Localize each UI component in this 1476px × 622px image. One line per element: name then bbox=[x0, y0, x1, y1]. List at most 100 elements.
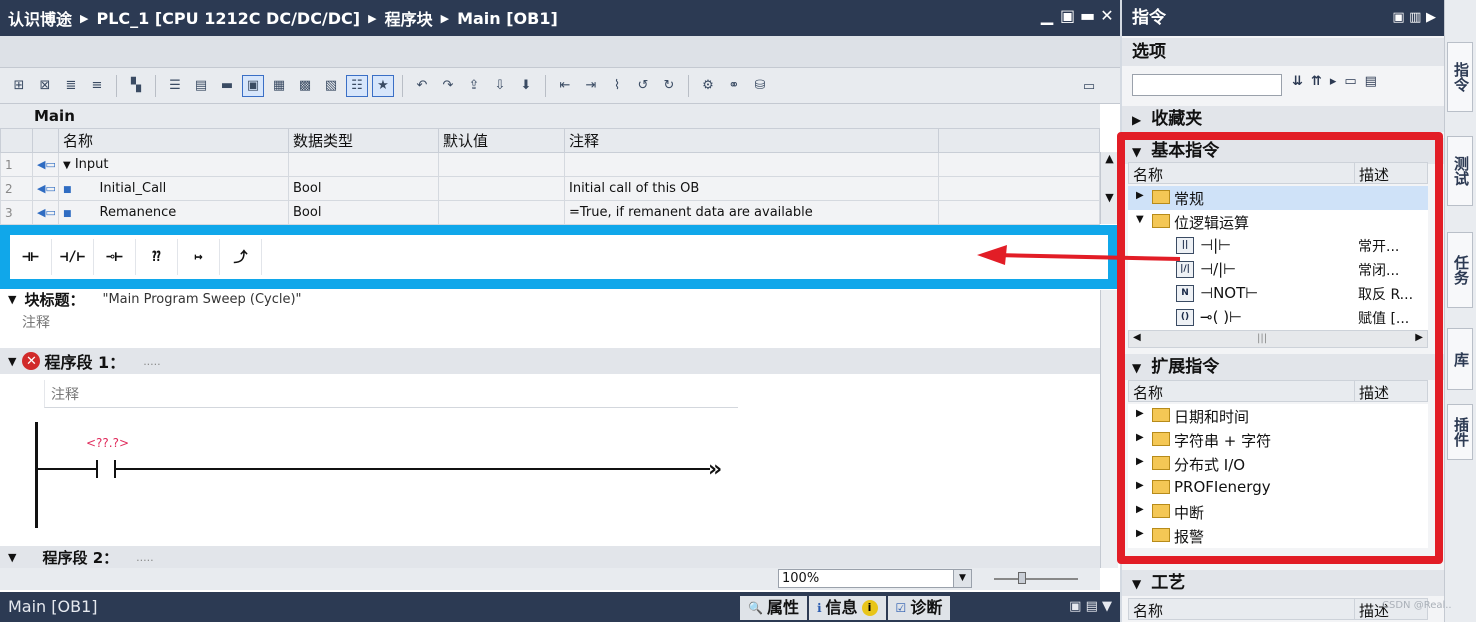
no-contact-button[interactable]: ⊣⊢ bbox=[10, 239, 52, 275]
param-type[interactable]: Bool bbox=[288, 176, 439, 201]
param-type[interactable]: Bool bbox=[288, 200, 439, 225]
empty-box-button[interactable]: ⁇ bbox=[136, 239, 178, 275]
param-comment[interactable]: =True, if remanent data are available bbox=[564, 200, 939, 225]
collapse-icon[interactable]: ▼ bbox=[8, 355, 16, 368]
search-up-icon[interactable]: ⇈ bbox=[1311, 74, 1322, 89]
minimize-icon[interactable]: ▁ bbox=[1040, 6, 1054, 25]
close-branch-button[interactable]: ⤴ bbox=[220, 239, 262, 275]
favorites-toggle-icon[interactable]: ★ bbox=[372, 74, 394, 97]
network-1-name[interactable]: ..... bbox=[143, 355, 160, 368]
expand-icon[interactable]: ▼ bbox=[63, 160, 71, 171]
column-datatype[interactable]: 数据类型 bbox=[288, 128, 439, 153]
compile-icon[interactable]: ⬇ bbox=[515, 75, 537, 97]
search-down-icon[interactable]: ⇊ bbox=[1292, 74, 1303, 89]
breadcrumb-program-blocks[interactable]: 程序块 bbox=[385, 6, 433, 30]
sidetab-instructions[interactable]: 指令 bbox=[1447, 42, 1473, 112]
param-default[interactable] bbox=[438, 200, 565, 225]
absolute-operand-icon[interactable]: ☰ bbox=[164, 75, 186, 97]
monitor-icon[interactable]: ⚙ bbox=[697, 75, 719, 97]
tab-info[interactable]: ℹ 信息 i bbox=[808, 596, 886, 620]
expand-networks-icon[interactable]: ▬ bbox=[216, 75, 238, 97]
collapse-icon[interactable]: ▼ bbox=[8, 551, 16, 564]
network-1-comment[interactable]: 注释 bbox=[44, 380, 738, 408]
technology-section[interactable]: ▼ 工艺 bbox=[1122, 570, 1444, 596]
delete-network-icon[interactable]: ⊠ bbox=[34, 75, 56, 97]
insert-row-icon[interactable]: ≣ bbox=[60, 75, 82, 97]
go-to-error-next-icon[interactable]: ↷ bbox=[437, 75, 459, 97]
options-arrow-icon[interactable]: ▸ bbox=[1330, 74, 1337, 89]
favorites-section[interactable]: ▶ 收藏夹 bbox=[1122, 106, 1444, 132]
block-title-value[interactable]: "Main Program Sweep (Cycle)" bbox=[102, 292, 301, 307]
maximize-icon[interactable]: ▬ bbox=[1080, 6, 1095, 25]
download-icon[interactable]: ⇩ bbox=[489, 75, 511, 97]
upload-icon[interactable]: ⇪ bbox=[463, 75, 485, 97]
nc-contact-button[interactable]: ⊣/⊢ bbox=[52, 239, 94, 275]
tab-diagnostics[interactable]: ☑ 诊断 bbox=[887, 596, 951, 620]
collapse-icon[interactable]: ▼ bbox=[8, 293, 16, 306]
breadcrumb-plc[interactable]: PLC_1 [CPU 1212C DC/DC/DC] bbox=[96, 9, 360, 28]
contact-left[interactable] bbox=[96, 460, 98, 478]
sidetab-addins[interactable]: 插件 bbox=[1447, 404, 1473, 460]
coil-button[interactable]: ⊸⊢ bbox=[94, 239, 136, 275]
param-name[interactable]: ▼ Input bbox=[58, 152, 289, 177]
table-row[interactable]: 1 ◀▭ ▼ Input bbox=[0, 152, 1100, 177]
operand-display-icon[interactable]: ▦ bbox=[268, 75, 290, 97]
close-icon[interactable]: ✕ bbox=[1100, 6, 1114, 25]
add-row-icon[interactable]: ≡ bbox=[86, 75, 108, 97]
block-comment[interactable]: 注释 bbox=[22, 312, 50, 332]
network-2-header[interactable]: ▼ 程序段 2： ..... bbox=[0, 546, 1100, 568]
breadcrumb-project[interactable]: 认识博途 bbox=[8, 6, 72, 30]
column-comment[interactable]: 注释 bbox=[564, 128, 939, 153]
float-icon[interactable]: ▣ bbox=[1060, 6, 1075, 25]
symbol-info-icon[interactable]: ▩ bbox=[294, 75, 316, 97]
tag-info-icon[interactable]: ▧ bbox=[320, 75, 342, 97]
insert-network-icon[interactable]: ⊞ bbox=[8, 75, 30, 97]
zoom-select[interactable]: 100% ▼ bbox=[778, 569, 972, 588]
param-type[interactable] bbox=[288, 152, 439, 177]
sidetab-tasks[interactable]: 任务 bbox=[1447, 232, 1473, 308]
open-branch-button[interactable]: ↦ bbox=[178, 239, 220, 275]
list-view-icon[interactable]: ☷ bbox=[346, 74, 368, 97]
interface-scrollbar[interactable]: ▲ ▼ bbox=[1100, 152, 1118, 224]
column-default[interactable]: 默认值 bbox=[438, 128, 565, 153]
param-default[interactable] bbox=[438, 152, 565, 177]
dropdown-arrow-icon[interactable]: ▼ bbox=[953, 570, 971, 587]
param-default[interactable] bbox=[438, 176, 565, 201]
block-title-row[interactable]: ▼ 块标题： "Main Program Sweep (Cycle)" bbox=[0, 289, 1100, 309]
view-icon[interactable]: ▭ bbox=[1344, 74, 1356, 89]
database-icon[interactable]: ⛁ bbox=[749, 75, 771, 97]
go-to-error-prev-icon[interactable]: ↶ bbox=[411, 75, 433, 97]
param-name[interactable]: ■ Remanence bbox=[58, 200, 289, 225]
undo-change-icon[interactable]: ↺ bbox=[632, 75, 654, 97]
details-view-icon[interactable]: ▤ bbox=[1365, 74, 1377, 89]
instruction-search-input[interactable] bbox=[1132, 74, 1282, 96]
param-comment[interactable]: Initial call of this OB bbox=[564, 176, 939, 201]
col-name[interactable]: 名称 bbox=[1133, 600, 1163, 621]
table-row[interactable]: 3 ◀▭ ■ Remanence Bool =True, if remanent … bbox=[0, 200, 1100, 225]
network-2-name[interactable]: ..... bbox=[136, 551, 153, 564]
reset-interface-icon[interactable]: ▚ bbox=[125, 75, 147, 97]
comment-icon[interactable]: ⌇ bbox=[606, 75, 628, 97]
sidetab-libraries[interactable]: 库 bbox=[1447, 328, 1473, 390]
layout-icon[interactable]: ▭ bbox=[1078, 75, 1100, 97]
breadcrumb-main[interactable]: Main [OB1] bbox=[457, 9, 558, 28]
sidetab-test[interactable]: 测试 bbox=[1447, 136, 1473, 206]
glasses-icon[interactable]: ⚭ bbox=[723, 75, 745, 97]
param-comment[interactable] bbox=[564, 152, 939, 177]
redo-change-icon[interactable]: ↻ bbox=[658, 75, 680, 97]
taskcard-controls[interactable]: ▣ ▥ ▶ bbox=[1392, 0, 1436, 36]
network-1-header[interactable]: ▼ ✕ 程序段 1： ..... bbox=[0, 348, 1100, 374]
contact-operand[interactable]: <??.?> bbox=[86, 436, 129, 450]
column-name[interactable]: 名称 bbox=[58, 128, 289, 153]
show-favorites-icon[interactable]: ▤ bbox=[190, 75, 212, 97]
param-name[interactable]: ■ Initial_Call bbox=[58, 176, 289, 201]
editor-scrollbar[interactable] bbox=[1100, 290, 1118, 568]
outdent-icon[interactable]: ⇥ bbox=[580, 75, 602, 97]
network-comments-icon[interactable]: ▣ bbox=[242, 74, 264, 97]
indent-icon[interactable]: ⇤ bbox=[554, 75, 576, 97]
status-controls[interactable]: ▣ ▤ ▼ bbox=[1069, 592, 1112, 622]
zoom-slider-thumb[interactable] bbox=[1018, 572, 1026, 584]
zoom-slider[interactable] bbox=[994, 572, 1078, 584]
tab-properties[interactable]: 🔍 属性 bbox=[740, 596, 807, 620]
table-row[interactable]: 2 ◀▭ ■ Initial_Call Bool Initial call of … bbox=[0, 176, 1100, 201]
